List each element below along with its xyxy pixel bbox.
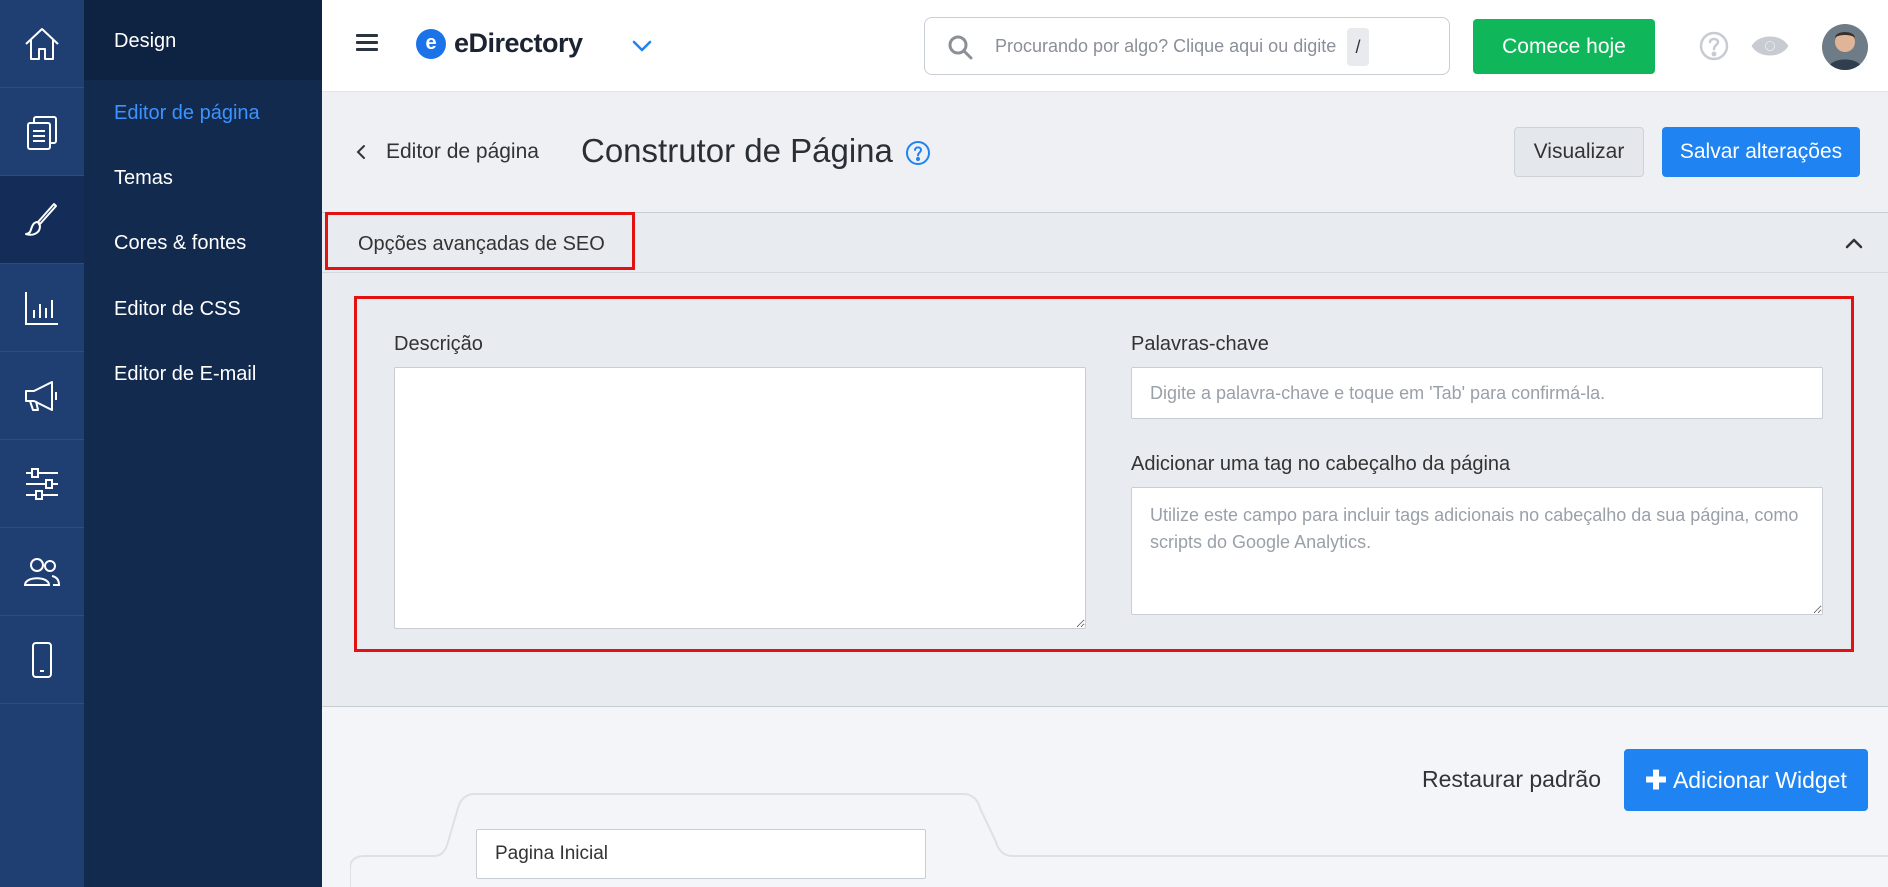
- rail-mobile[interactable]: [0, 616, 84, 704]
- chevron-up-icon[interactable]: [1842, 233, 1866, 253]
- logo-mark-icon: e: [416, 28, 446, 59]
- head-tag-textarea[interactable]: [1131, 487, 1823, 615]
- avatar-image: [1822, 24, 1868, 70]
- rail-reports[interactable]: [0, 264, 84, 352]
- rail-pages[interactable]: [0, 88, 84, 176]
- add-widget-label: Adicionar Widget: [1672, 766, 1847, 793]
- users-icon: [23, 557, 61, 586]
- search-icon: [948, 35, 973, 60]
- sidenav-item-colors-fonts[interactable]: Cores & fontes: [114, 232, 246, 255]
- design-sidenav: Design Editor de página Temas Cores & fo…: [84, 0, 322, 887]
- rail-marketing[interactable]: [0, 352, 84, 440]
- page-title: Construtor de Página: [581, 132, 893, 169]
- plus-icon: ✚: [1645, 764, 1667, 795]
- save-changes-button[interactable]: Salvar alterações: [1662, 127, 1860, 177]
- page-name-input[interactable]: [476, 829, 926, 879]
- add-widget-button[interactable]: ✚ Adicionar Widget: [1624, 749, 1868, 811]
- sidenav-header: Design: [84, 0, 322, 80]
- brush-icon: [25, 202, 57, 236]
- preview-button[interactable]: Visualizar: [1514, 127, 1644, 177]
- menu-toggle-button[interactable]: [356, 34, 378, 52]
- seo-options-panel: Opções avançadas de SEO Descrição Palavr…: [322, 212, 1888, 707]
- rail-settings[interactable]: [0, 440, 84, 528]
- home-icon: [25, 27, 59, 60]
- rail-users[interactable]: [0, 528, 84, 616]
- sliders-icon: [26, 467, 58, 500]
- sidenav-item-css-editor[interactable]: Editor de CSS: [114, 298, 241, 321]
- sidenav-item-email-editor[interactable]: Editor de E-mail: [114, 363, 256, 386]
- chevron-down-icon[interactable]: [630, 38, 654, 54]
- seo-panel-header[interactable]: Opções avançadas de SEO: [322, 212, 1888, 273]
- back-link-label: Editor de página: [386, 140, 539, 163]
- chevron-left-icon: [356, 145, 365, 159]
- pages-icon: [27, 115, 57, 150]
- help-icon[interactable]: [1698, 30, 1730, 62]
- keywords-input[interactable]: [1131, 367, 1823, 419]
- back-link[interactable]: Editor de página: [354, 140, 539, 164]
- sidenav-item-themes[interactable]: Temas: [114, 167, 173, 190]
- keywords-label: Palavras-chave: [1131, 333, 1269, 355]
- brand-logo[interactable]: e eDirectory: [416, 28, 583, 59]
- search-box: /: [924, 17, 1450, 75]
- menu-icon-bar: [356, 41, 378, 44]
- top-bar: e eDirectory / Comece hoje: [322, 0, 1888, 92]
- title-help-icon[interactable]: [905, 140, 931, 166]
- description-textarea[interactable]: [394, 367, 1086, 629]
- icon-rail: [0, 0, 84, 887]
- start-today-button[interactable]: Comece hoje: [1473, 19, 1655, 74]
- menu-icon-bar: [356, 48, 378, 51]
- rail-home[interactable]: [0, 0, 84, 88]
- megaphone-icon: [25, 380, 57, 411]
- eye-icon[interactable]: [1750, 30, 1790, 62]
- menu-icon-bar: [356, 34, 378, 37]
- sidenav-item-page-editor[interactable]: Editor de página: [114, 102, 260, 125]
- restore-default-link[interactable]: Restaurar padrão: [1422, 766, 1601, 793]
- search-input[interactable]: [995, 18, 1355, 74]
- head-tag-label: Adicionar uma tag no cabeçalho da página: [1131, 453, 1511, 475]
- mobile-icon: [32, 641, 52, 678]
- chart-icon: [25, 291, 58, 325]
- search-shortcut-key: /: [1347, 28, 1369, 66]
- rail-design[interactable]: [0, 176, 84, 264]
- user-avatar[interactable]: [1822, 24, 1868, 70]
- brand-name: eDirectory: [454, 28, 583, 58]
- highlight-box: [325, 212, 635, 270]
- description-label: Descrição: [394, 333, 483, 355]
